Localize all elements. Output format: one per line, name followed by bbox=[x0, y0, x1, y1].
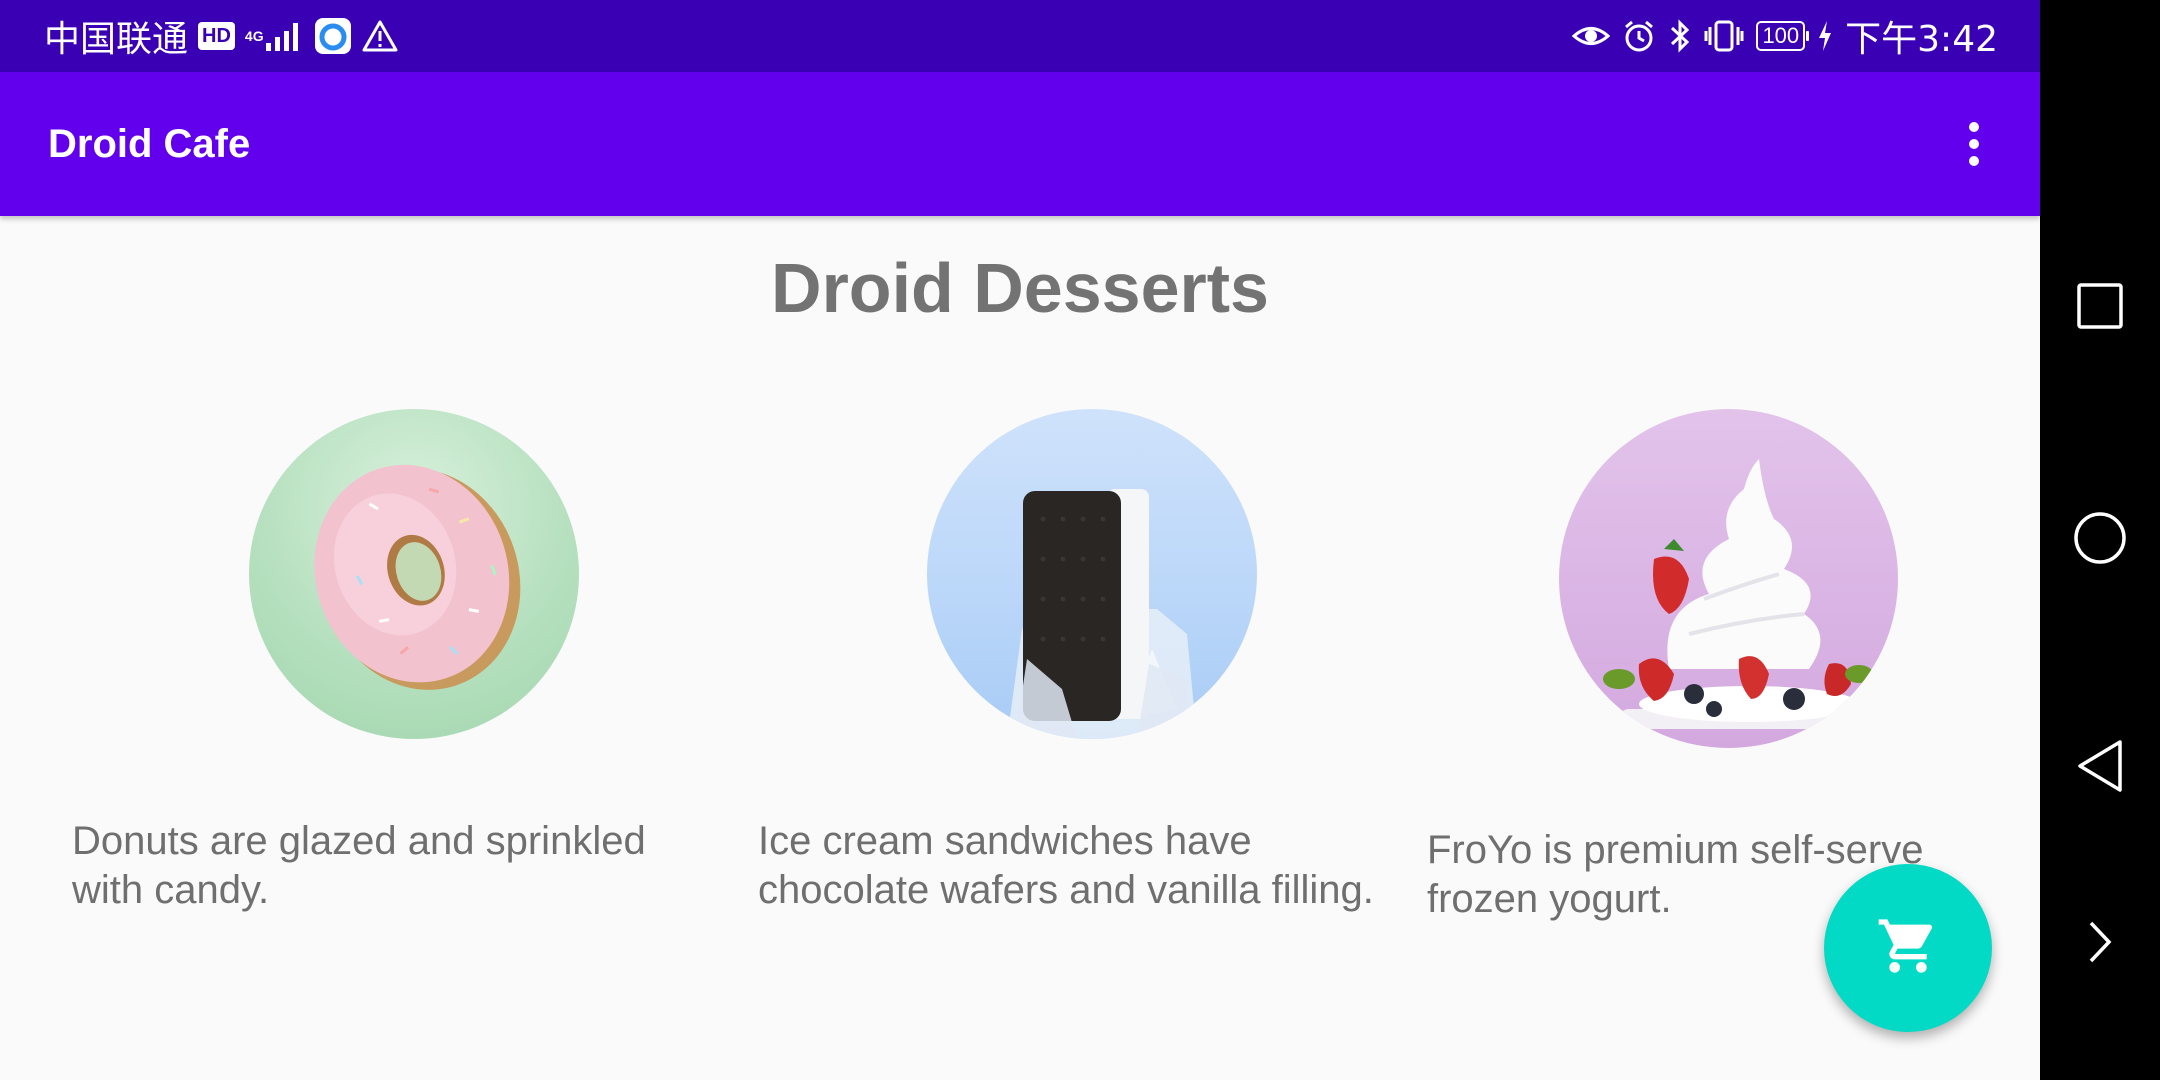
recents-button[interactable] bbox=[2040, 248, 2160, 368]
hd-badge: HD bbox=[198, 22, 235, 50]
back-icon bbox=[2075, 739, 2125, 798]
warning-icon bbox=[362, 19, 398, 53]
page-title: Droid Desserts bbox=[771, 249, 1269, 327]
app-notification-icon bbox=[314, 17, 352, 55]
bluetooth-icon bbox=[1668, 18, 1692, 54]
status-right: 100 下午3:42 bbox=[1572, 0, 1998, 72]
navigation-bar bbox=[2040, 0, 2160, 1080]
signal-icon: 4G bbox=[245, 19, 304, 53]
froyo-image[interactable] bbox=[1559, 409, 1898, 748]
home-button[interactable] bbox=[2040, 480, 2160, 600]
menu-dot bbox=[1969, 156, 1979, 166]
battery-indicator: 100 bbox=[1756, 21, 1809, 51]
shopping-cart-icon bbox=[1876, 914, 1940, 983]
alarm-icon bbox=[1622, 19, 1656, 53]
expand-button[interactable] bbox=[2040, 884, 2160, 1004]
expand-icon bbox=[2085, 919, 2115, 970]
home-icon bbox=[2073, 511, 2127, 570]
network-type-label: 4G bbox=[244, 28, 264, 44]
menu-dot bbox=[1969, 122, 1979, 132]
recents-icon bbox=[2076, 282, 2124, 335]
status-bar: 中国联通 HD 4G 100 下午3:42 bbox=[0, 0, 2040, 72]
status-left: 中国联通 HD 4G bbox=[44, 0, 398, 72]
more-vert-icon[interactable] bbox=[1946, 116, 2002, 172]
charging-icon bbox=[1817, 20, 1833, 52]
carrier-label: 中国联通 bbox=[44, 19, 189, 60]
cart-fab-button[interactable] bbox=[1824, 864, 1992, 1032]
app-title: Droid Cafe bbox=[48, 122, 251, 166]
clock-label: 下午3:42 bbox=[1845, 19, 1998, 60]
back-button[interactable] bbox=[2040, 708, 2160, 828]
menu-dot bbox=[1969, 139, 1979, 149]
donut-image[interactable] bbox=[249, 409, 579, 739]
eye-comfort-icon bbox=[1572, 21, 1611, 51]
app-bar: Droid Cafe bbox=[0, 72, 2040, 216]
ice-cream-sandwich-image[interactable] bbox=[927, 409, 1257, 739]
donut-description: Donuts are glazed and sprinkled with can… bbox=[72, 819, 646, 912]
vibrate-icon bbox=[1704, 19, 1744, 53]
ice-cream-sandwich-description: Ice cream sandwiches have chocolate wafe… bbox=[758, 819, 1374, 912]
